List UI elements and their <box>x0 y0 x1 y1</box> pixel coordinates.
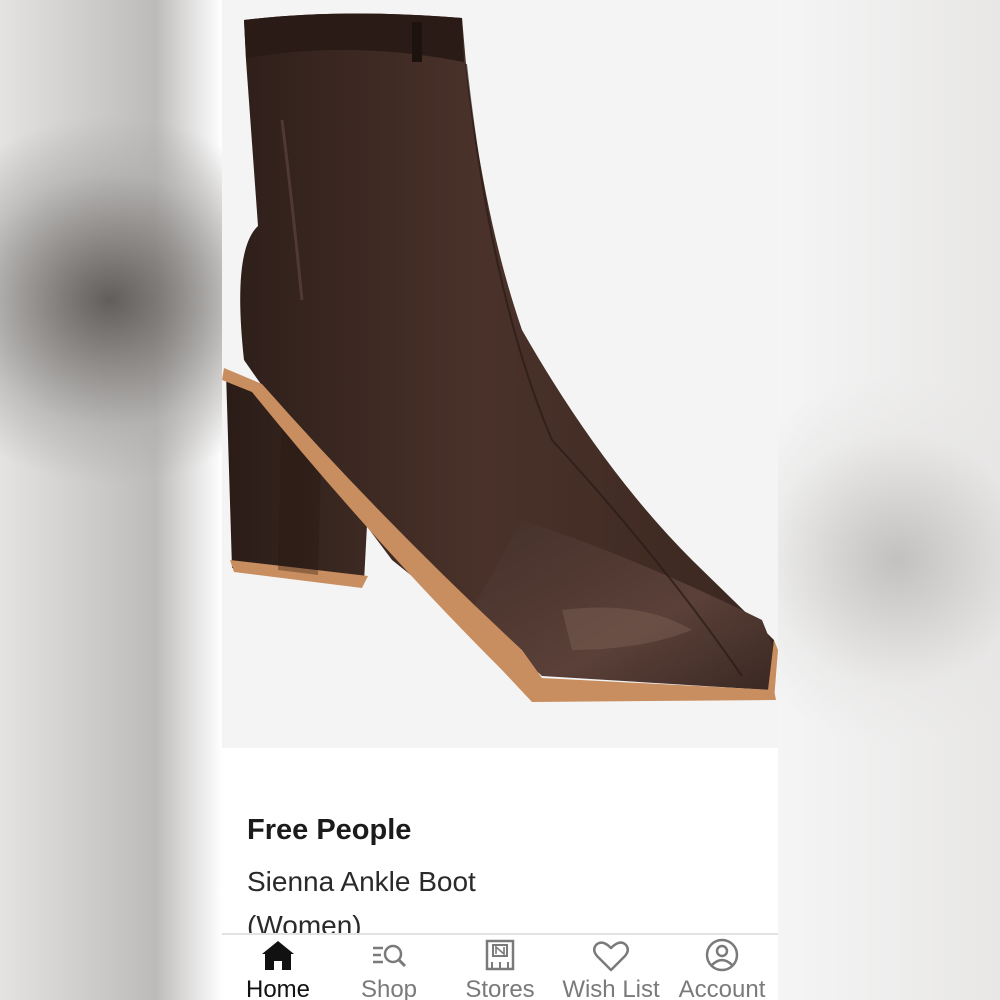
store-icon <box>485 939 515 971</box>
tab-account-label: Account <box>678 976 766 1000</box>
heart-icon <box>593 941 629 972</box>
tab-wishlist-label: Wish List <box>562 976 660 1000</box>
home-icon <box>262 941 294 970</box>
tab-home-label: Home <box>245 976 311 1000</box>
tab-home[interactable]: Home <box>222 935 334 1000</box>
shop-search-icon <box>373 944 407 968</box>
product-brand[interactable]: Free People <box>247 814 411 847</box>
app-screen: Free People Sienna Ankle Boot (Women) Ho… <box>222 0 778 1000</box>
tab-stores[interactable]: Stores <box>444 935 556 1000</box>
tab-shop-label: Shop <box>360 976 418 1000</box>
blurred-background-right <box>778 0 1000 1000</box>
tab-account[interactable]: Account <box>666 935 778 1000</box>
boot-image-graphic <box>222 13 778 702</box>
product-info: Free People Sienna Ankle Boot (Women) <box>222 748 778 941</box>
product-image[interactable] <box>222 0 778 748</box>
bottom-tab-bar: Home Shop Stores Wish List Account <box>222 933 778 1000</box>
blurred-background-left <box>0 0 222 1000</box>
tab-stores-label: Stores <box>465 976 535 1000</box>
tab-shop[interactable]: Shop <box>333 935 445 1000</box>
account-icon <box>705 938 739 972</box>
tab-wishlist[interactable]: Wish List <box>555 935 667 1000</box>
product-name-line1: Sienna Ankle Boot <box>247 866 476 897</box>
